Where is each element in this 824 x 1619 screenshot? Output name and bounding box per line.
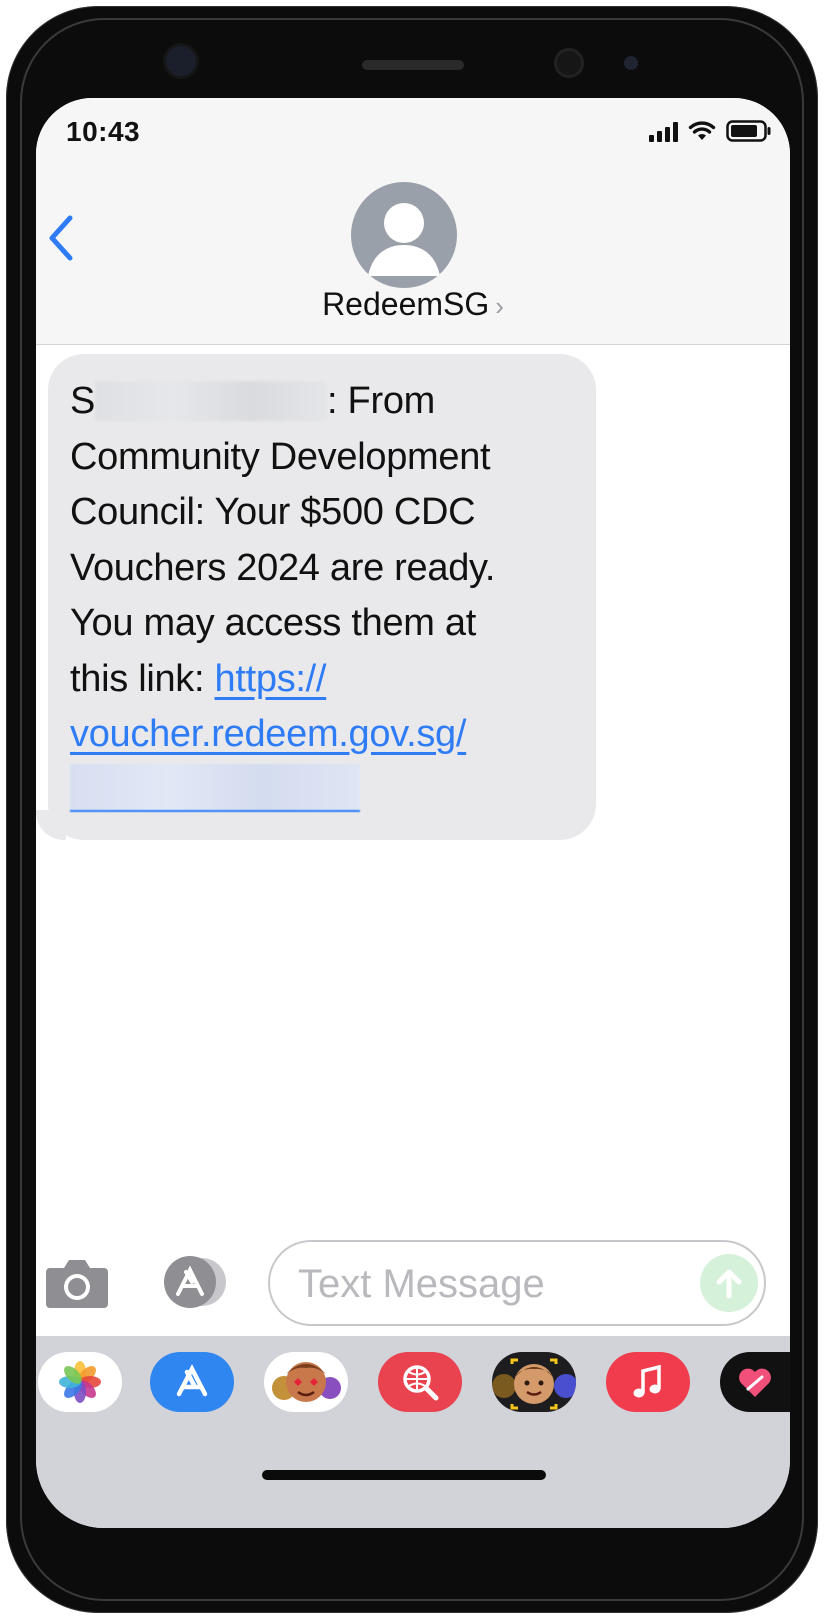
- status-bar: 10:43: [36, 98, 790, 164]
- back-button[interactable]: [42, 208, 78, 268]
- voucher-link-continued[interactable]: voucher.redeem.gov.sg/: [70, 713, 466, 755]
- message-line: Council: Your $500 CDC: [70, 491, 476, 533]
- send-button[interactable]: [700, 1254, 758, 1312]
- face-id-sensor-icon: [554, 48, 584, 78]
- phone-frame: 10:43 RedeemSG › S: From Community Deve…: [6, 6, 818, 1613]
- message-input[interactable]: Text Message: [268, 1240, 766, 1326]
- message-line: Vouchers 2024 are ready.: [70, 546, 496, 589]
- music-icon: [633, 1364, 661, 1398]
- earpiece-speaker: [362, 60, 464, 70]
- redacted-link-code[interactable]: [70, 763, 360, 812]
- status-icons: [649, 120, 772, 142]
- contact-name-button[interactable]: RedeemSG ›: [36, 286, 790, 323]
- proximity-sensor-icon: [624, 56, 638, 70]
- message-recipient-prefix: S: [70, 380, 96, 422]
- photos-icon: [59, 1361, 101, 1403]
- redacted-id: [95, 381, 328, 421]
- wifi-icon: [688, 121, 716, 140]
- contact-name: RedeemSG: [322, 286, 490, 322]
- chevron-right-icon: ›: [495, 291, 504, 321]
- memoji-button[interactable]: [492, 1352, 576, 1412]
- web-search-button[interactable]: [378, 1352, 462, 1412]
- digital-touch-button[interactable]: [720, 1352, 790, 1412]
- arrow-up-icon: [716, 1269, 742, 1299]
- cellular-signal-icon: [649, 122, 678, 142]
- compose-bar: Text Message: [36, 1228, 790, 1328]
- received-message-bubble[interactable]: S : From Community Development Council: Y…: [48, 354, 596, 840]
- music-button[interactable]: [606, 1352, 690, 1412]
- chevron-left-icon: [49, 215, 73, 261]
- app-store-icon: [164, 1256, 226, 1308]
- screen: 10:43 RedeemSG › S: From Community Deve…: [36, 98, 790, 1528]
- front-camera-icon: [166, 46, 196, 76]
- message-line: : From: [327, 380, 436, 422]
- person-silhouette-icon: [368, 203, 440, 276]
- message-line: Community Development: [70, 435, 491, 478]
- contact-avatar[interactable]: [351, 182, 457, 288]
- message-line: this link:: [70, 657, 215, 700]
- message-line: You may access them at: [70, 602, 476, 644]
- memoji-stickers-button[interactable]: [264, 1352, 348, 1412]
- app-store-icon: [176, 1364, 208, 1397]
- app-drawer: [36, 1336, 790, 1528]
- photos-app-button[interactable]: [38, 1352, 122, 1412]
- web-search-icon: [403, 1365, 439, 1401]
- camera-button[interactable]: [44, 1256, 110, 1310]
- status-time: 10:43: [66, 116, 141, 147]
- memoji-icon: [492, 1358, 576, 1410]
- conversation-header: RedeemSG ›: [36, 164, 790, 345]
- message-input-placeholder: Text Message: [298, 1262, 545, 1306]
- app-store-button[interactable]: [156, 1252, 232, 1312]
- voucher-link[interactable]: https://: [215, 658, 327, 700]
- digital-touch-icon: [739, 1368, 771, 1397]
- home-indicator[interactable]: [262, 1470, 546, 1480]
- memoji-stickers-icon: [272, 1362, 341, 1402]
- camera-icon: [46, 1260, 108, 1308]
- app-store-drawer-button[interactable]: [150, 1352, 234, 1412]
- message-text: S : From Community Development Council: Y…: [70, 374, 596, 818]
- battery-icon: [726, 120, 771, 142]
